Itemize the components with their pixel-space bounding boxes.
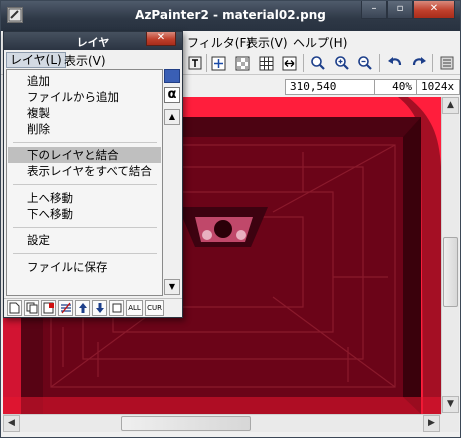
flip-horizontal-icon[interactable] — [280, 54, 299, 72]
menu-separator — [13, 142, 157, 143]
menu-separator — [13, 227, 157, 228]
merge-layer-icon[interactable] — [58, 300, 73, 316]
show-current-layer-button[interactable]: CUR — [145, 300, 164, 316]
text-tool-icon[interactable] — [185, 54, 204, 72]
transparent-bg-icon[interactable] — [233, 54, 252, 72]
layer-scroll-down-arrow-icon[interactable]: ▼ — [164, 279, 180, 295]
menu-separator — [13, 253, 157, 254]
maximize-button[interactable]: ▫ — [387, 1, 413, 19]
layer-color-swatch-icon[interactable] — [164, 69, 180, 83]
vertical-scrollbar[interactable]: ▲ ▼ — [441, 97, 459, 414]
caption-buttons: – ▫ ✕ — [361, 1, 455, 19]
layer-panel: レイヤ ✕ レイヤ(L) 表示(V) 追加 ファイルから追加 複製 削除 下のレ… — [3, 31, 183, 318]
vertical-scroll-thumb[interactable] — [443, 237, 458, 307]
zoom-level: 40% — [374, 79, 417, 95]
move-layer-up-icon[interactable] — [75, 300, 90, 316]
menu-layer[interactable]: レイヤ(L) — [6, 52, 66, 68]
delete-layer-icon[interactable] — [41, 300, 56, 316]
close-button[interactable]: ✕ — [413, 1, 455, 19]
minimize-button[interactable]: – — [361, 1, 387, 19]
fit-window-icon[interactable] — [209, 54, 228, 72]
size-grip[interactable] — [441, 414, 459, 432]
horizontal-scroll-thumb[interactable] — [121, 416, 251, 431]
new-layer-icon[interactable] — [7, 300, 22, 316]
title-bar: AzPainter2 - material02.png – ▫ ✕ — [1, 1, 460, 31]
layer-panel-titlebar[interactable]: レイヤ ✕ — [4, 32, 182, 50]
menu-item-move-down[interactable]: 下へ移動 — [8, 206, 161, 222]
scroll-right-arrow-icon[interactable]: ▶ — [423, 415, 440, 432]
alpha-lock-icon[interactable]: α — [164, 87, 180, 103]
image-size: 1024x 768 — [416, 79, 461, 95]
menu-item-merge-down[interactable]: 下のレイヤと結合 — [8, 147, 161, 163]
menu-item-move-up[interactable]: 上へ移動 — [8, 190, 161, 206]
grid-icon[interactable] — [257, 54, 276, 72]
horizontal-scrollbar[interactable]: ◀ ▶ — [3, 414, 441, 432]
layer-menu-dropdown: 追加 ファイルから追加 複製 削除 下のレイヤと結合 表示レイヤをすべて結合 上… — [6, 69, 163, 296]
menu-help[interactable]: ヘルプ(H) — [293, 34, 347, 51]
undo-icon[interactable] — [385, 54, 404, 72]
layer-settings-icon[interactable] — [109, 300, 124, 316]
show-all-layers-button[interactable]: ALL — [126, 300, 143, 316]
layer-panel-close-button[interactable]: ✕ — [146, 32, 176, 46]
layer-panel-buttonbar: ALL CUR — [4, 298, 182, 317]
layer-panel-side-strip: α ▲ ▼ — [163, 69, 182, 296]
options-icon[interactable] — [437, 54, 456, 72]
menu-separator — [13, 184, 157, 185]
zoom-icon[interactable] — [308, 54, 327, 72]
copy-layer-icon[interactable] — [24, 300, 39, 316]
menu-item-add[interactable]: 追加 — [8, 73, 161, 89]
layer-scroll-up-arrow-icon[interactable]: ▲ — [164, 109, 180, 125]
cursor-position: 310,540 — [285, 79, 375, 95]
menu-item-duplicate[interactable]: 複製 — [8, 105, 161, 121]
menu-item-save-to-file[interactable]: ファイルに保存 — [8, 259, 161, 275]
menu-view[interactable]: 表示(V) — [246, 34, 288, 51]
menu-item-add-from-file[interactable]: ファイルから追加 — [8, 89, 161, 105]
zoom-out-icon[interactable] — [355, 54, 374, 72]
menu-filter[interactable]: フィルタ(F) — [187, 34, 251, 51]
scroll-down-arrow-icon[interactable]: ▼ — [442, 396, 459, 413]
scroll-up-arrow-icon[interactable]: ▲ — [442, 97, 459, 114]
redo-icon[interactable] — [409, 54, 428, 72]
menu-item-settings[interactable]: 設定 — [8, 232, 161, 248]
scroll-left-arrow-icon[interactable]: ◀ — [3, 415, 20, 432]
menu-layer-view[interactable]: 表示(V) — [61, 52, 109, 68]
menu-item-delete[interactable]: 削除 — [8, 121, 161, 137]
main-window: AzPainter2 - material02.png – ▫ ✕ フィルタ(F… — [0, 0, 461, 438]
layer-panel-menubar: レイヤ(L) 表示(V) — [4, 51, 182, 69]
menu-item-merge-visible[interactable]: 表示レイヤをすべて結合 — [8, 163, 161, 179]
zoom-in-icon[interactable] — [332, 54, 351, 72]
move-layer-down-icon[interactable] — [92, 300, 107, 316]
